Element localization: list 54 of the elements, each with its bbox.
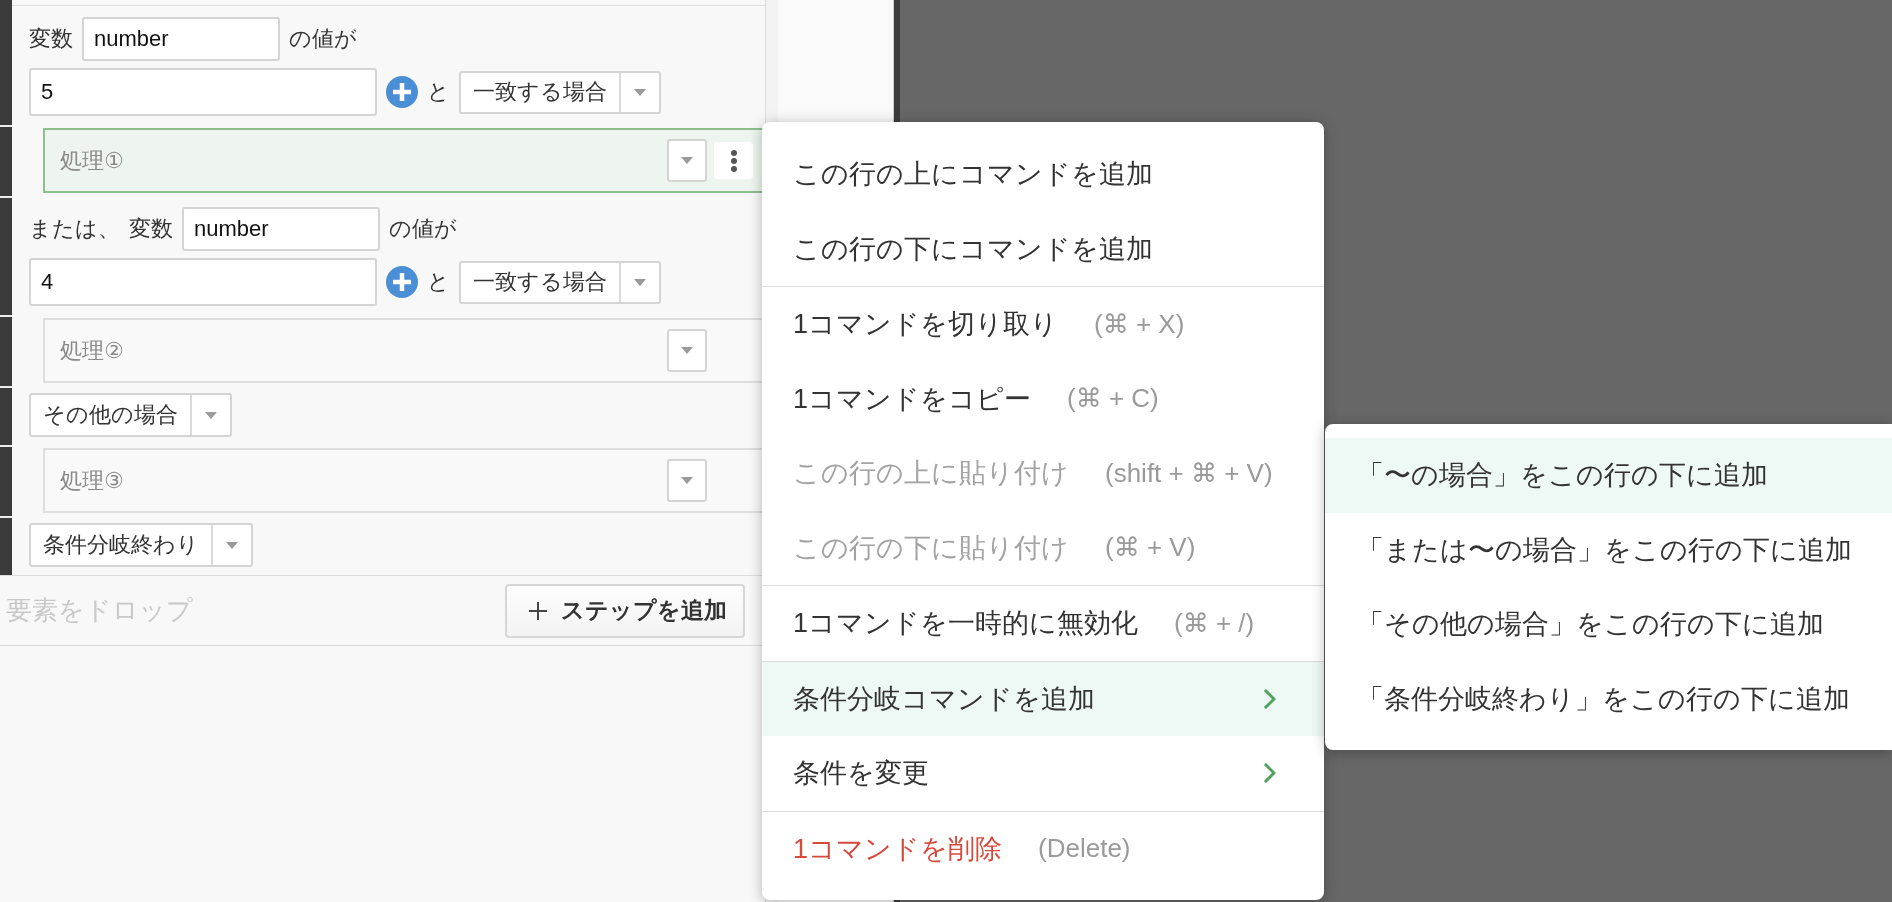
operator-dropdown[interactable]: 一致する場合: [459, 260, 661, 304]
connector-label: と: [427, 268, 450, 296]
menu-item[interactable]: 1コマンドをコピー (⌘ + C): [762, 361, 1324, 436]
step-label: 処理①: [60, 146, 125, 175]
value-field[interactable]: 5: [29, 68, 377, 116]
caret-icon: [681, 347, 693, 354]
shortcut-text: (⌘ + V): [1105, 532, 1196, 564]
vertical-dots-icon: [730, 149, 737, 172]
menu-item[interactable]: 「その他の場合」をこの行の下に追加: [1325, 587, 1892, 662]
dropdown-button[interactable]: [667, 329, 707, 372]
caret-icon: [681, 477, 693, 484]
caret-icon: [634, 88, 646, 96]
plus-circle-icon[interactable]: [386, 76, 418, 108]
shortcut-text: (⌘ + C): [1067, 383, 1159, 415]
dropdown-button[interactable]: [667, 459, 707, 502]
step-label: 処理②: [60, 336, 125, 365]
add-step-button[interactable]: ステップを追加: [505, 583, 745, 638]
plus-circle-icon[interactable]: [386, 266, 418, 298]
chevron-right-icon: [1263, 762, 1276, 785]
menu-item[interactable]: この行の下にコマンドを追加: [762, 211, 1324, 286]
shortcut-text: (Delete): [1038, 833, 1131, 865]
chevron-right-icon: [1263, 687, 1276, 710]
menu-item[interactable]: 「または〜の場合」をこの行の下に追加: [1325, 512, 1892, 587]
plus-icon: [529, 601, 547, 620]
menu-item[interactable]: 条件を変更: [762, 736, 1324, 811]
menu-item[interactable]: 1コマンドを切り取り (⌘ + X): [762, 287, 1324, 362]
condition-label: の値が: [389, 214, 457, 243]
condition-label: 変数: [129, 214, 173, 243]
menu-item[interactable]: 1コマンドを削除 (Delete): [762, 811, 1324, 886]
step-label: 処理③: [60, 466, 125, 495]
variable-field[interactable]: number: [82, 16, 280, 61]
condition-label: または、: [29, 214, 120, 243]
shortcut-text: (shift + ⌘ + V): [1105, 457, 1273, 489]
menu-item[interactable]: 「〜の場合」をこの行の下に追加: [1325, 438, 1892, 513]
dropdown-button[interactable]: [667, 139, 707, 182]
caret-icon: [226, 541, 238, 549]
shortcut-text: (⌘ + /): [1174, 607, 1255, 639]
branch-dropdown[interactable]: その他の場合: [29, 393, 232, 437]
menu-item[interactable]: 「条件分岐終わり」をこの行の下に追加: [1325, 661, 1892, 736]
more-button[interactable]: [714, 142, 753, 179]
operator-dropdown[interactable]: 一致する場合: [459, 70, 661, 114]
menu-item[interactable]: 条件分岐コマンドを追加: [762, 661, 1324, 736]
variable-field[interactable]: number: [182, 206, 380, 251]
caret-icon: [205, 411, 217, 419]
caret-icon: [681, 157, 693, 164]
menu-item[interactable]: 1コマンドを一時的に無効化 (⌘ + /): [762, 586, 1324, 661]
shortcut-text: (⌘ + X): [1094, 308, 1185, 340]
caret-icon: [634, 278, 646, 286]
connector-label: と: [427, 78, 450, 106]
menu-item[interactable]: この行の上にコマンドを追加: [762, 137, 1324, 212]
condition-label: 変数: [29, 24, 73, 53]
branch-dropdown[interactable]: 条件分岐終わり: [29, 523, 253, 567]
condition-label: の値が: [289, 24, 357, 53]
value-field[interactable]: 4: [29, 258, 377, 306]
